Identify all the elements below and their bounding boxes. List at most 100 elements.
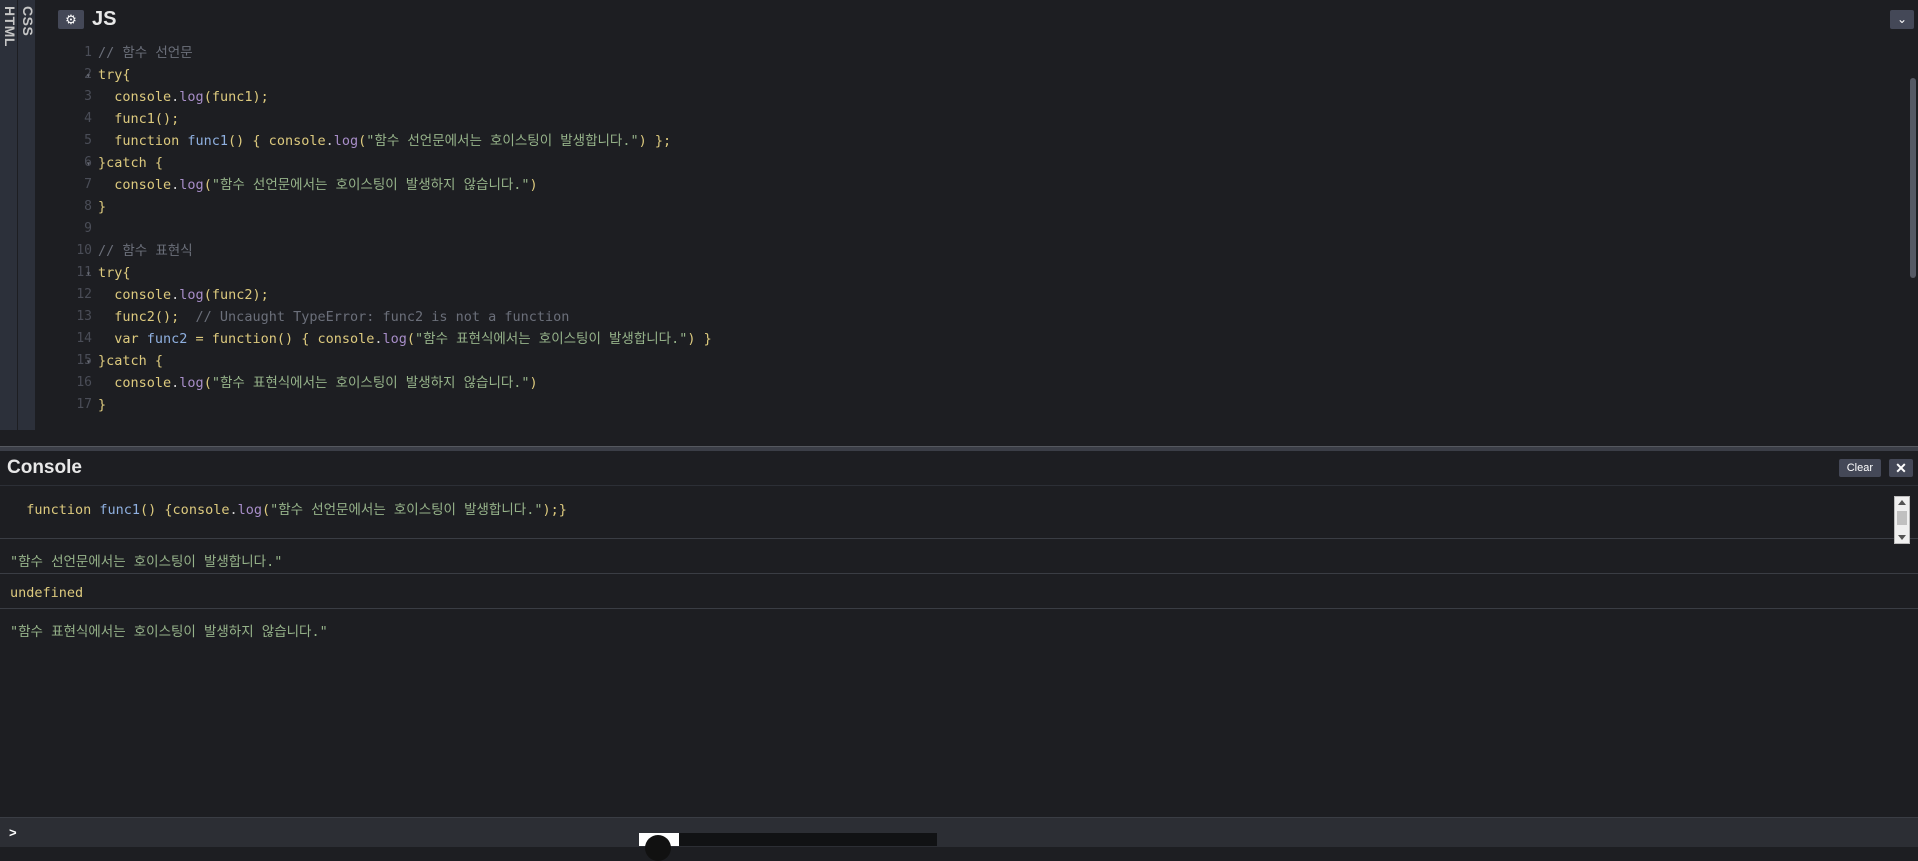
tab-html[interactable]: HTML	[0, 0, 18, 430]
code-token: ) }	[687, 331, 712, 347]
code-token: // 함수 선언문	[98, 45, 193, 61]
console-token: func1	[99, 502, 141, 518]
line-number: 7	[84, 177, 92, 192]
console-entry: "함수 표현식에서는 호이스팅이 발생하지 않습니다."	[0, 608, 1918, 643]
console-entry: function func1() {console.log("함수 선언문에서는…	[0, 486, 1918, 544]
code-token: ) };	[638, 133, 672, 149]
console-entry-text: "함수 표현식에서는 호이스팅이 발생하지 않습니다."	[10, 620, 328, 640]
code-token: log	[179, 375, 204, 391]
bottom-overlay-widget	[639, 833, 937, 861]
line-number: 9	[84, 221, 92, 236]
code-token: (	[203, 177, 212, 193]
code-token: (	[406, 331, 416, 347]
code-token: log	[382, 331, 407, 347]
code-token: )	[529, 375, 538, 391]
console-token: );}	[542, 502, 567, 518]
scroll-up-icon[interactable]	[1898, 500, 1906, 505]
code-token: (func2);	[203, 287, 269, 303]
line-number: 12	[76, 287, 92, 302]
console-token: "함수 표현식에서는 호이스팅이 발생하지 않습니다."	[10, 624, 328, 640]
code-token: )	[529, 177, 538, 193]
code-line: console.log(func1);	[98, 86, 269, 108]
code-line: function func1() { console.log("함수 선언문에서…	[98, 130, 671, 152]
line-number: 16	[76, 375, 92, 390]
code-line: func2(); // Uncaught TypeError: func2 is…	[98, 306, 569, 328]
console-token: .	[229, 502, 238, 518]
side-tabs: HTML CSS	[0, 0, 54, 430]
code-line: console.log(func2);	[98, 284, 269, 306]
code-line: }	[98, 394, 106, 416]
tab-css-label: CSS	[20, 6, 36, 37]
code-token: "함수 선언문에서는 호이스팅이 발생하지 않습니다."	[211, 177, 530, 193]
console-token: undefined	[10, 585, 84, 601]
collapse-button[interactable]: ⌄	[1890, 10, 1914, 29]
fold-toggle-icon[interactable]: ▾	[86, 269, 91, 278]
code-token: "함수 표현식에서는 호이스팅이 발생합니다."	[415, 331, 688, 347]
js-panel: ⚙ JS ⌄ 1 2 ▾ 3 4 5 6 ▾ 7 8 9 10 11 ▾ 12 13 14 15 ▾ 16 17 // …	[56, 0, 1918, 430]
code-token: "함수 표현식에서는 호이스팅이 발생하지 않습니다."	[211, 375, 530, 391]
code-line: try{	[98, 262, 131, 284]
settings-button[interactable]: ⚙	[58, 10, 84, 29]
code-token: func2();	[98, 309, 196, 325]
console-entry: undefined	[0, 573, 1918, 609]
console-input[interactable]: >	[0, 817, 1918, 847]
close-icon: ✕	[1895, 460, 1907, 476]
code-token: function	[98, 133, 188, 149]
code-token: .	[325, 133, 334, 149]
console-token: function	[10, 502, 100, 518]
entry-scrollbar[interactable]	[1894, 496, 1910, 544]
editor-area: HTML CSS ⚙ JS ⌄ 1 2 ▾ 3 4 5 6 ▾ 7 8 9 10 11 ▾ 12 13 14 15…	[0, 0, 1918, 430]
code-editor[interactable]: 1 2 ▾ 3 4 5 6 ▾ 7 8 9 10 11 ▾ 12 13 14 15 ▾ 16 17 // 함수 선언문 t…	[56, 38, 1918, 430]
code-token: (func1);	[203, 89, 269, 105]
tab-css[interactable]: CSS	[18, 0, 36, 430]
close-button[interactable]: ✕	[1889, 459, 1913, 477]
code-line: }	[98, 196, 106, 218]
code-token: .	[374, 331, 383, 347]
line-number-gutter: 1 2 ▾ 3 4 5 6 ▾ 7 8 9 10 11 ▾ 12 13 14 15 ▾ 16 17	[56, 38, 92, 430]
code-token: func1();	[98, 111, 180, 127]
code-token: }catch {	[98, 353, 164, 369]
fold-toggle-icon[interactable]: ▾	[86, 357, 91, 366]
line-number: 8	[84, 199, 92, 214]
code-token: }catch {	[98, 155, 164, 171]
console-entry: "함수 선언문에서는 호이스팅이 발생합니다."	[0, 538, 1918, 574]
code-token: "함수 선언문에서는 호이스팅이 발생합니다."	[366, 133, 639, 149]
code-token: console	[98, 287, 172, 303]
panel-title: JS	[92, 8, 117, 30]
code-token: log	[179, 177, 204, 193]
code-token: try{	[98, 67, 131, 83]
console-entry-text: "함수 선언문에서는 호이스팅이 발생합니다."	[10, 550, 282, 570]
console-token: "함수 선언문에서는 호이스팅이 발생합니다."	[10, 554, 283, 570]
console-panel: Console Clear ✕ function func1() {consol…	[0, 451, 1918, 861]
code-line: console.log("함수 표현식에서는 호이스팅이 발생하지 않습니다."…	[98, 372, 538, 394]
console-token: (	[261, 502, 271, 518]
code-line: console.log("함수 선언문에서는 호이스팅이 발생하지 않습니다."…	[98, 174, 538, 196]
fold-toggle-icon[interactable]: ▾	[86, 71, 91, 80]
console-title: Console	[7, 457, 82, 478]
code-token: console	[98, 177, 172, 193]
code-line: var func2 = function() { console.log("함수…	[98, 328, 712, 350]
code-line: // 함수 선언문	[98, 42, 193, 64]
code-line: }catch {	[98, 350, 163, 372]
line-number: 1	[84, 45, 92, 60]
line-number: 14	[76, 331, 92, 346]
code-token: }	[98, 397, 107, 413]
editor-scrollbar[interactable]	[1910, 78, 1916, 278]
js-panel-header: ⚙ JS ⌄	[56, 0, 1918, 38]
code-token: log	[179, 287, 204, 303]
code-token: func1	[187, 133, 229, 149]
code-line: }catch {	[98, 152, 163, 174]
chevron-down-icon: ⌄	[1896, 12, 1908, 26]
clear-button[interactable]: Clear	[1838, 459, 1881, 477]
code-token: var	[98, 331, 147, 347]
code-token: func2	[146, 331, 188, 347]
code-content[interactable]: // 함수 선언문 try{ console.log(func1); func1(…	[98, 38, 1878, 430]
console-token: log	[237, 502, 262, 518]
code-token: try{	[98, 265, 131, 281]
code-token: // Uncaught TypeError: func2 is not a fu…	[195, 309, 570, 325]
scroll-thumb[interactable]	[1897, 511, 1907, 525]
code-token: console	[98, 89, 172, 105]
console-prompt: >	[9, 825, 17, 840]
fold-toggle-icon[interactable]: ▾	[86, 159, 91, 168]
console-token: () {console	[140, 502, 230, 518]
